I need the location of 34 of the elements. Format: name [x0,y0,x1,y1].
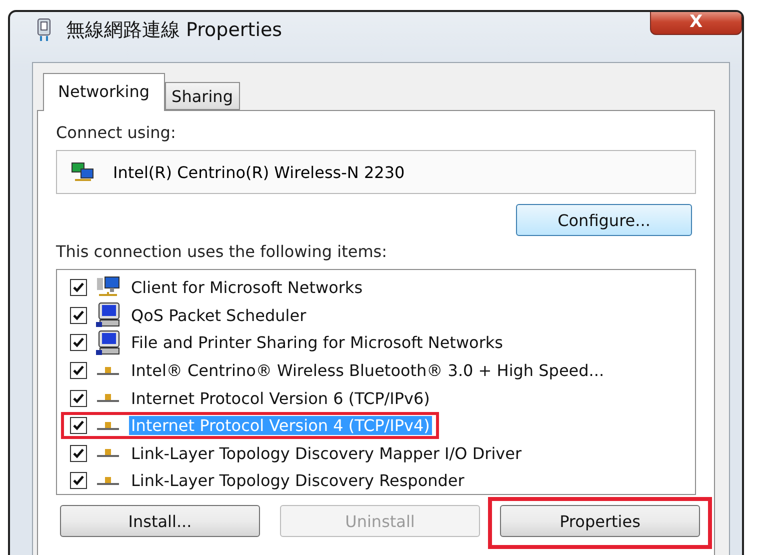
computer-icon [95,302,121,328]
close-button[interactable]: X [650,12,742,35]
list-item[interactable]: Client for Microsoft Networks [129,278,365,298]
checkbox[interactable] [70,472,87,490]
checkbox[interactable] [70,362,87,380]
computer-icon [95,330,121,356]
dialog-button[interactable]: Install... [60,505,260,537]
tab[interactable]: Sharing [164,82,240,110]
checkbox[interactable] [70,390,87,407]
window-title: 無線網路連線 Properties [66,18,284,43]
protocol-icon [95,392,121,404]
list-item[interactable]: File and Printer Sharing for Microsoft Networks [129,333,505,352]
checkbox[interactable] [70,334,87,352]
checkbox[interactable] [70,279,87,296]
adapter-name: Intel(R) Centrino(R) Wireless-N 2230 [113,162,405,182]
list-item[interactable]: Link-Layer Topology Discovery Responder [129,471,466,490]
connect-using-label: Connect using: [56,123,177,142]
checkbox[interactable] [70,306,87,324]
list-item[interactable]: Link-Layer Topology Discovery Mapper I/O Driver [129,444,524,463]
protocol-icon [95,474,121,487]
list-item[interactable]: Intel® Centrino® Wireless Bluetooth® 3.0 + High Speed... [129,361,606,380]
configure-button[interactable]: Configure... [516,204,692,236]
list-item[interactable]: Internet Protocol Version 6 (TCP/IPv6) [129,388,432,408]
items-label: This connection uses the following items: [56,242,388,261]
network-computer-icon [71,161,95,183]
dialog-button[interactable]: Properties [500,505,700,537]
checkbox[interactable] [70,444,87,462]
network-adapter-icon [36,18,52,42]
protocol-icon [95,364,121,377]
tab[interactable]: Networking [43,73,165,111]
protocol-icon [95,420,121,432]
protocol-icon [95,447,121,460]
checkbox[interactable] [70,417,87,434]
list-item[interactable]: QoS Packet Scheduler [129,306,308,325]
